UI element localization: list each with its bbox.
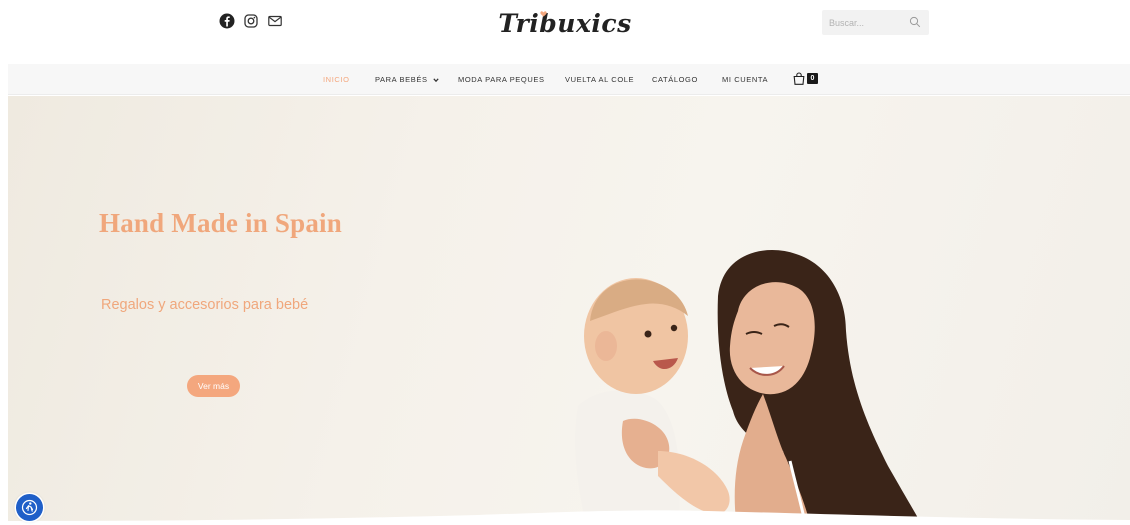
hero-image	[575, 250, 923, 525]
hero-subtitle: Regalos y accesorios para bebé	[101, 297, 309, 313]
nav-item-moda-para-peques[interactable]: MODA PARA PEQUES	[458, 64, 545, 95]
shopping-bag-icon	[793, 72, 805, 85]
social-links	[219, 13, 283, 29]
mail-icon[interactable]	[267, 13, 283, 29]
main-nav: INICIO PARA BEBÉS MODA PARA PEQUES VUELT…	[8, 64, 1130, 95]
search-icon[interactable]	[909, 16, 921, 28]
search-box	[822, 10, 929, 35]
accessibility-icon	[21, 499, 38, 516]
nav-item-mi-cuenta[interactable]: MI CUENTA	[722, 64, 768, 95]
heart-icon	[540, 11, 547, 17]
nav-item-vuelta-al-cole[interactable]: VUELTA AL COLE	[565, 64, 634, 95]
site-logo[interactable]: Tribuxics	[480, 2, 650, 46]
ver-mas-button[interactable]: Ver más	[187, 375, 240, 397]
instagram-icon[interactable]	[243, 13, 259, 29]
logo-text: Tribuxics	[498, 9, 632, 38]
chevron-down-icon	[433, 77, 439, 82]
nav-item-para-bebes[interactable]: PARA BEBÉS	[375, 64, 439, 95]
nav-item-catalogo[interactable]: CATÁLOGO	[652, 64, 698, 95]
accessibility-button[interactable]	[16, 494, 43, 521]
nav-item-inicio[interactable]: INICIO	[323, 64, 350, 95]
top-bar: Tribuxics	[0, 0, 1130, 60]
search-input[interactable]	[822, 10, 906, 35]
cart-button[interactable]: 0	[793, 72, 818, 85]
facebook-icon[interactable]	[219, 13, 235, 29]
hero-title: Hand Made in Spain	[99, 208, 342, 238]
hero-wave-divider	[8, 510, 1130, 525]
hero-banner: Hand Made in Spain Regalos y accesorios …	[8, 96, 1130, 525]
nav-item-label: PARA BEBÉS	[375, 75, 428, 84]
cart-count-badge: 0	[807, 73, 818, 84]
